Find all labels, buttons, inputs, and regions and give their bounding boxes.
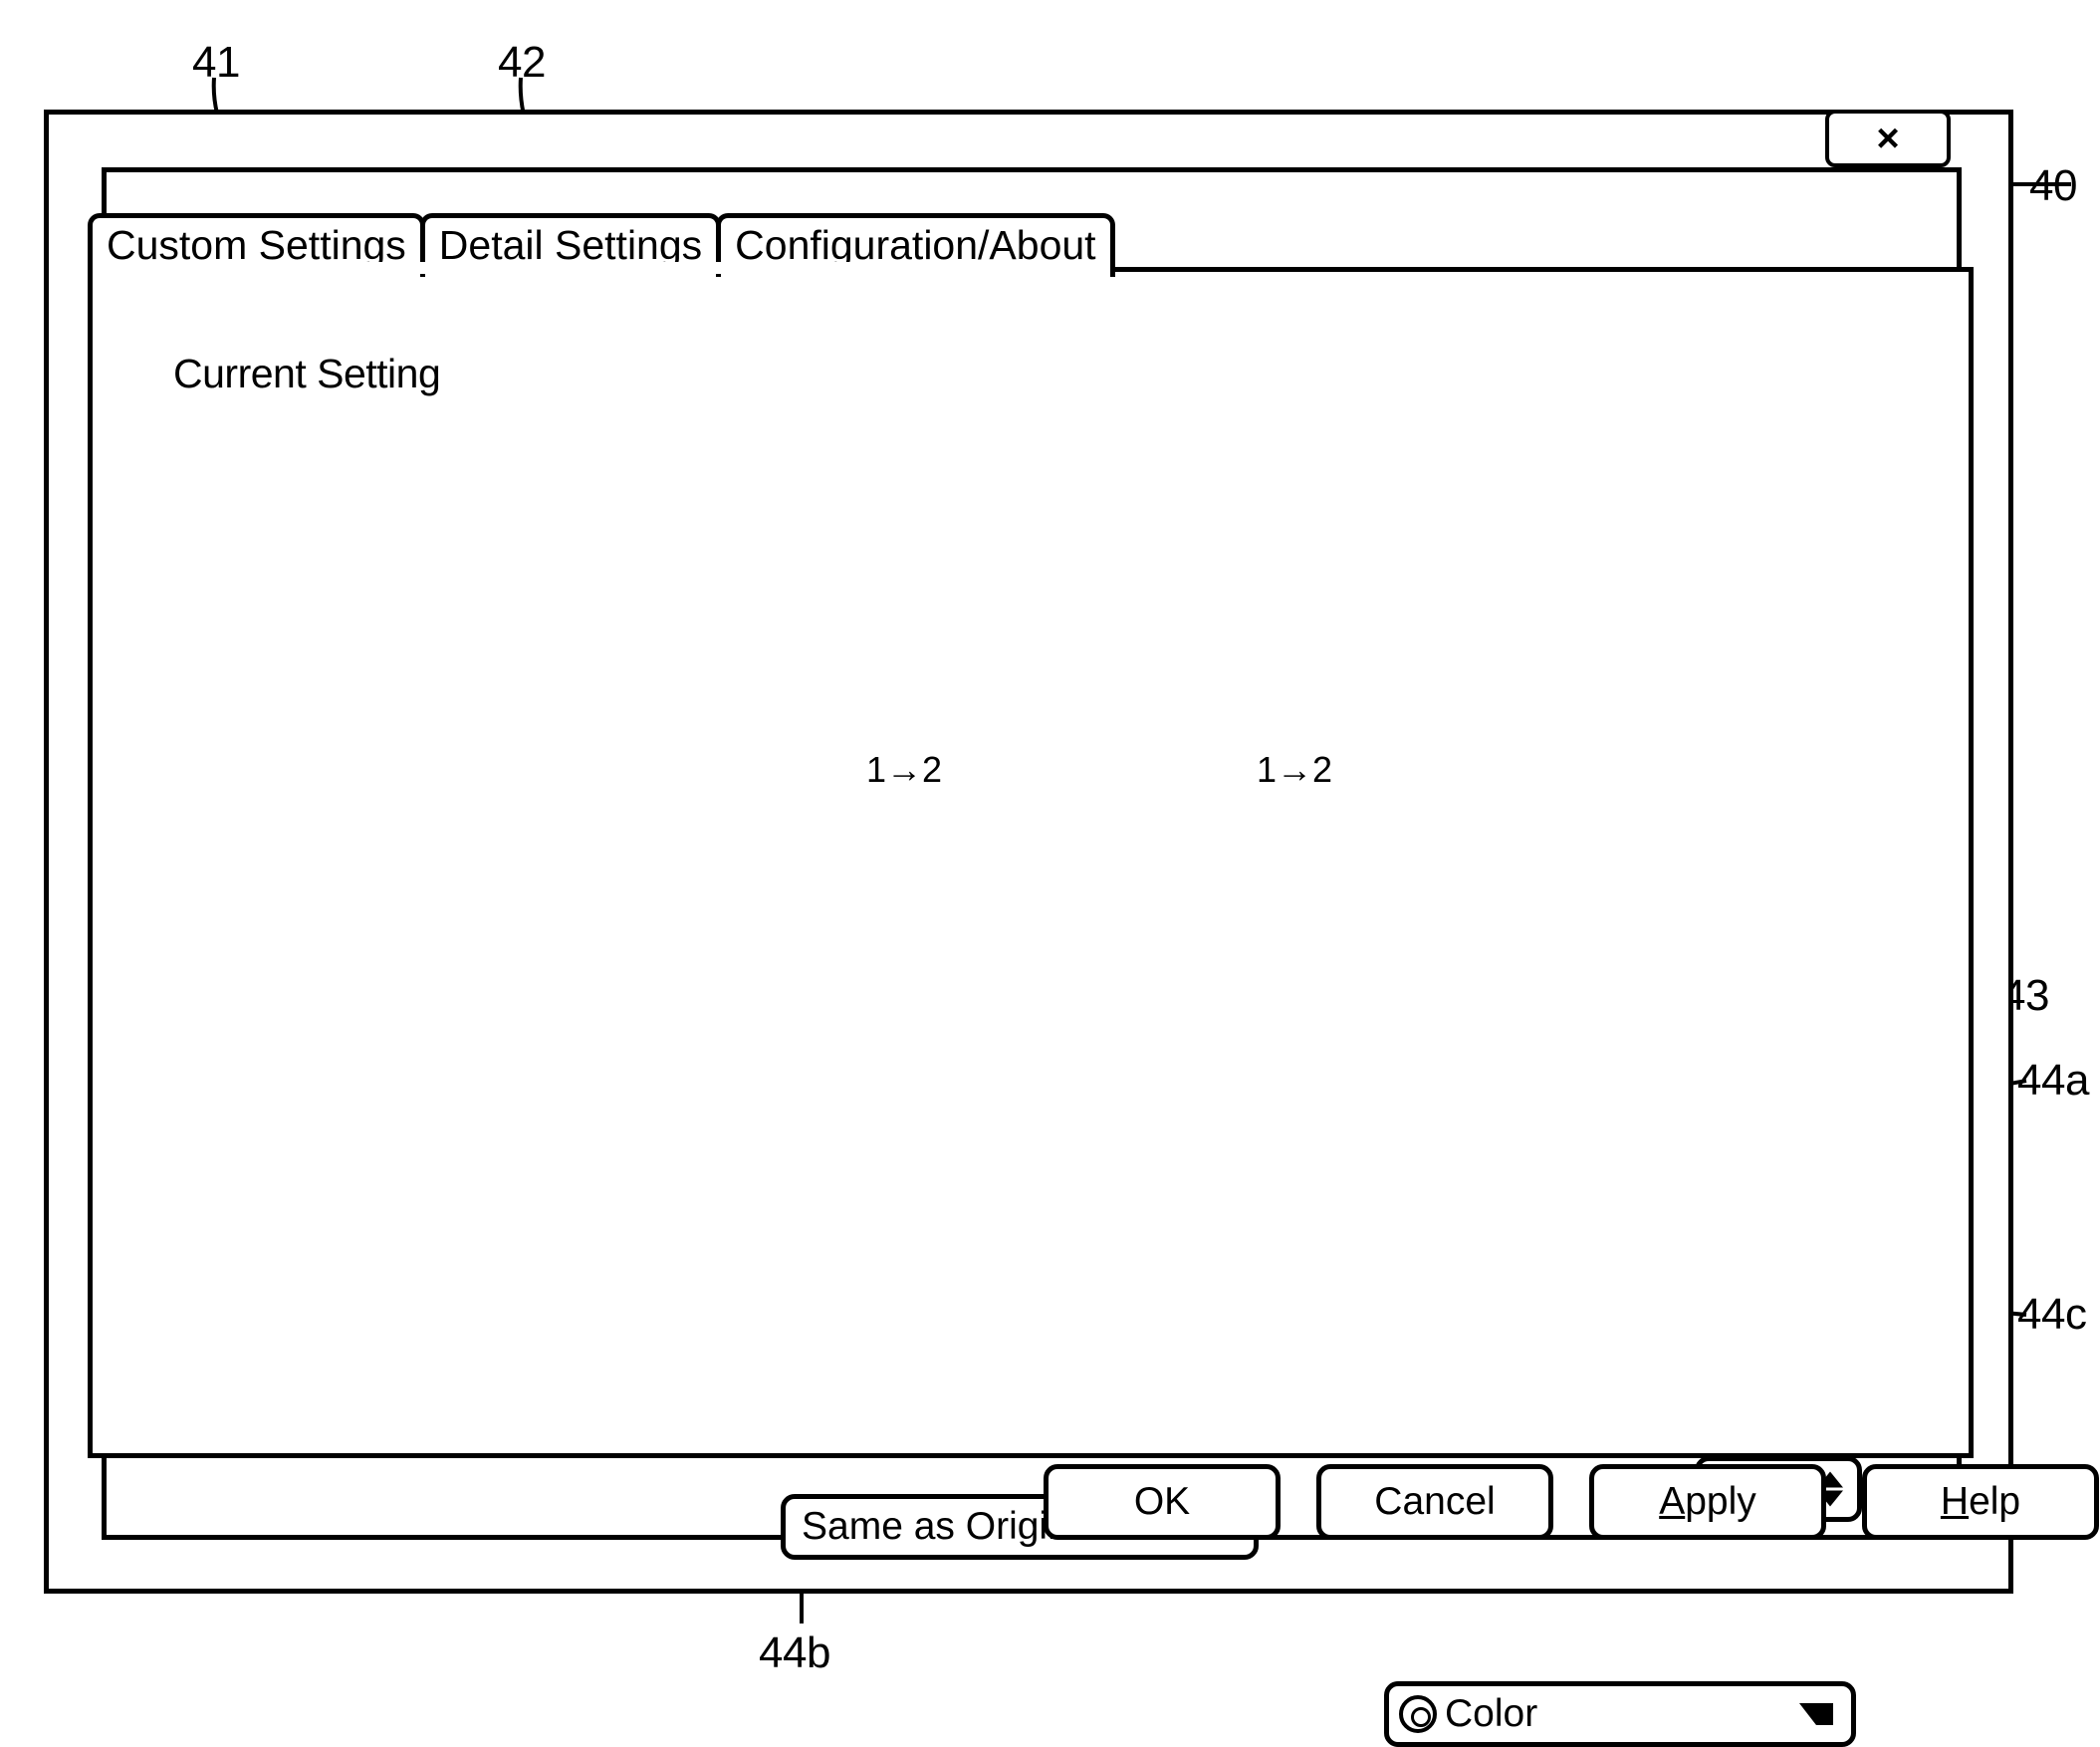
apply-label: pply <box>1685 1480 1756 1523</box>
current-setting-title: Current Setting <box>159 351 455 397</box>
active-tab-seam <box>93 262 1058 274</box>
close-button[interactable]: × <box>1825 110 1951 167</box>
chevron-down-icon <box>1799 1703 1833 1725</box>
ok-label: OK <box>1133 1480 1191 1523</box>
patent-figure: 41 42 40 43 44a 44c 44b × Custom Setting… <box>0 0 2100 1747</box>
color-mode-value: Color <box>1445 1692 1538 1735</box>
ref-numeral-40: 40 <box>2029 161 2077 210</box>
ok-button[interactable]: OK <box>1044 1464 1281 1540</box>
paper-saving-2-sided-box-text: 1→2 <box>863 749 945 791</box>
dialog-button-row: OK Cancel Apply Help <box>1044 1464 2099 1540</box>
cancel-button[interactable]: Cancel <box>1316 1464 1553 1540</box>
help-label: elp <box>1969 1480 2021 1523</box>
ref-numeral-44a: 44a <box>2017 1056 2089 1105</box>
ref-numeral-41: 41 <box>192 38 240 87</box>
tab-panel-body <box>88 267 1974 1458</box>
help-accel: H <box>1940 1480 1970 1523</box>
apply-accel: A <box>1659 1480 1686 1523</box>
cancel-label: Cancel <box>1374 1480 1496 1523</box>
ref-numeral-44b: 44b <box>759 1628 830 1677</box>
color-mode-select[interactable]: Color <box>1384 1681 1856 1747</box>
ref-numeral-42: 42 <box>498 38 546 87</box>
help-button[interactable]: Help <box>1862 1464 2099 1540</box>
ref-numeral-44c: 44c <box>2017 1290 2087 1339</box>
close-icon: × <box>1876 116 1900 160</box>
color-wheel-icon <box>1399 1695 1437 1733</box>
apply-button[interactable]: Apply <box>1589 1464 1826 1540</box>
paper-saving-1-sided-box-text: 1→2 <box>1254 749 1335 791</box>
